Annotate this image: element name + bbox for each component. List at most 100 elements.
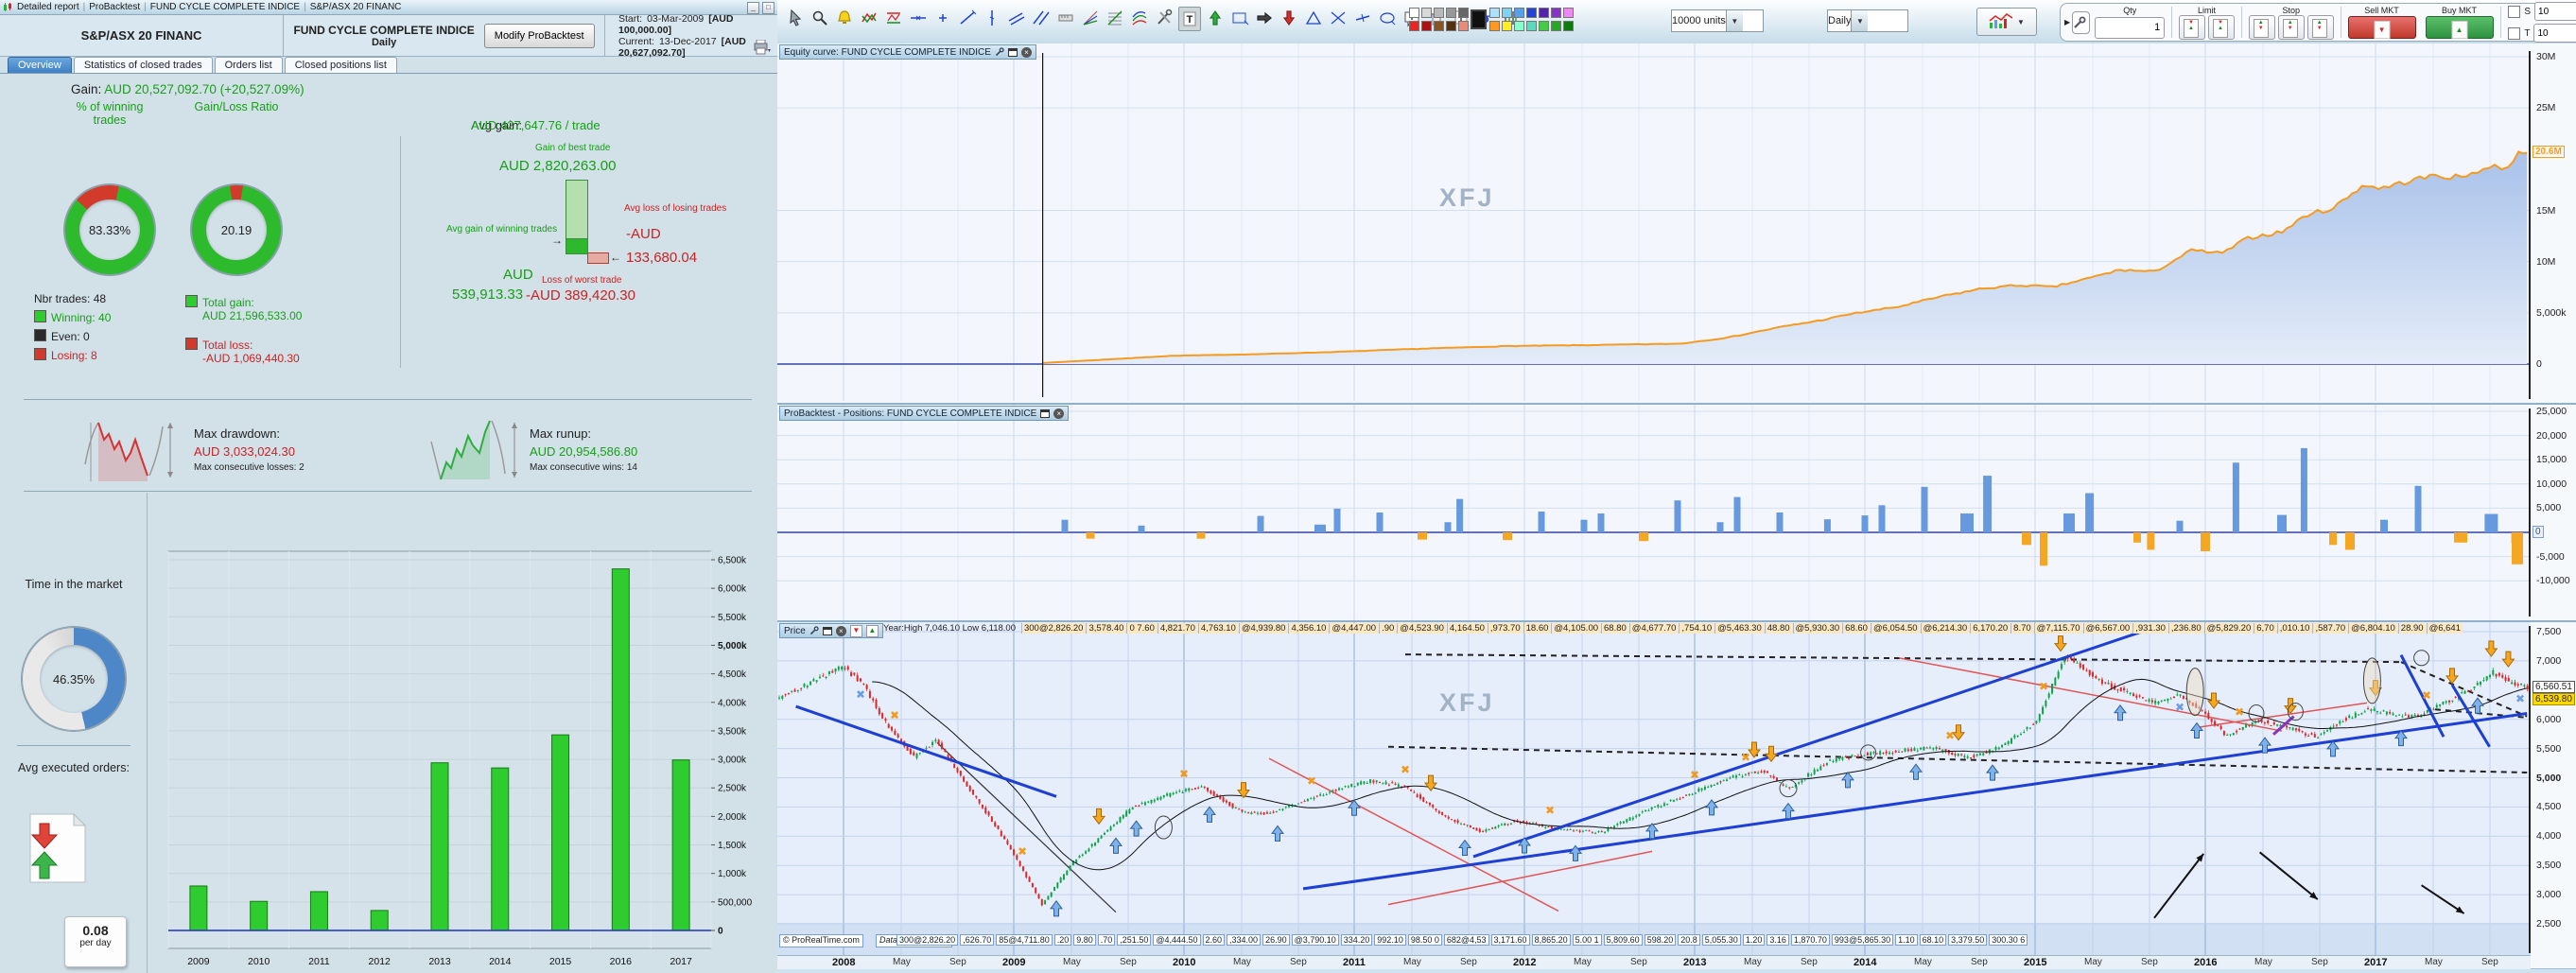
wrench-icon[interactable] bbox=[995, 47, 1004, 57]
stop-order-button-2[interactable]: ▲ ▼ bbox=[2277, 15, 2305, 40]
channel-pattern-icon[interactable] bbox=[883, 7, 904, 29]
palette-color[interactable] bbox=[1446, 21, 1456, 31]
palette-color[interactable] bbox=[1539, 21, 1549, 31]
point-icon[interactable] bbox=[932, 7, 953, 29]
palette-color[interactable] bbox=[1502, 8, 1512, 18]
crossed-lines-icon[interactable] bbox=[1328, 7, 1349, 29]
lasso-icon[interactable] bbox=[1377, 7, 1398, 29]
palette-color[interactable] bbox=[1514, 8, 1524, 18]
window-icon[interactable] bbox=[1040, 408, 1051, 418]
stop-order-button-3[interactable]: ▲ ▼ bbox=[2306, 15, 2334, 40]
trade-price-label: 68.10 bbox=[1919, 934, 1947, 946]
gross-bar-2017 bbox=[671, 759, 690, 931]
fan-lines-icon[interactable] bbox=[1080, 7, 1101, 29]
palette-color[interactable] bbox=[1409, 8, 1419, 18]
chart-type-button[interactable]: ▼ bbox=[1976, 8, 2037, 36]
palette-color[interactable] bbox=[1551, 8, 1561, 18]
units-select[interactable]: 10000 units ▼ bbox=[1671, 9, 1764, 32]
drawing-tools-icon[interactable] bbox=[1154, 7, 1175, 29]
palette-color[interactable] bbox=[1502, 21, 1512, 31]
svg-text:2011: 2011 bbox=[308, 956, 330, 967]
equity-watermark: XFJ bbox=[1439, 183, 1495, 212]
palette-color[interactable] bbox=[1458, 8, 1469, 18]
trend-line-icon[interactable] bbox=[957, 7, 978, 29]
close-icon[interactable]: × bbox=[1053, 408, 1065, 419]
pattern-detection-icon[interactable] bbox=[859, 7, 879, 29]
palette-color[interactable] bbox=[1409, 21, 1419, 31]
right-arrow-icon[interactable] bbox=[1254, 7, 1275, 29]
sell-group: Sell MKT ▼ bbox=[2343, 5, 2421, 40]
fibonacci-icon[interactable] bbox=[1105, 7, 1125, 29]
t-checkbox[interactable] bbox=[2508, 26, 2521, 40]
palette-selected-color[interactable] bbox=[1471, 9, 1487, 29]
palette-color[interactable] bbox=[1421, 8, 1432, 18]
segment-cross-icon[interactable] bbox=[1352, 7, 1373, 29]
modify-probacktest-button[interactable]: Modify ProBacktest bbox=[483, 23, 595, 48]
price-chart[interactable]: ✖ ✖ ✖ ✖ ✖ ✖ ✖ ✖ ✖ ✖ ✖ ✖ ✖ ✖ ✖ bbox=[777, 622, 2531, 955]
window-icon[interactable] bbox=[1007, 47, 1018, 57]
palette-color[interactable] bbox=[1539, 8, 1549, 18]
limit-order-button-2[interactable]: ▼ ▲ bbox=[2208, 15, 2235, 40]
alarm-icon[interactable] bbox=[834, 7, 855, 29]
ruler-icon[interactable] bbox=[1055, 7, 1076, 29]
drawdown-sub: Max consecutive losses: 2 bbox=[194, 462, 305, 473]
palette-color[interactable] bbox=[1489, 21, 1500, 31]
positions-chart[interactable] bbox=[777, 405, 2531, 620]
arcs-icon[interactable] bbox=[1129, 7, 1150, 29]
channel-icon[interactable] bbox=[1031, 7, 1052, 29]
runup-sub: Max consecutive wins: 14 bbox=[530, 462, 637, 473]
palette-color[interactable] bbox=[1458, 21, 1469, 31]
positions-panel-tab[interactable]: ProBacktest - Positions: FUND CYCLE COMP… bbox=[779, 406, 1070, 421]
palette-color[interactable] bbox=[1551, 21, 1561, 31]
collapse-arrow-icon[interactable]: ▶ bbox=[2064, 18, 2070, 26]
print-icon[interactable] bbox=[753, 40, 772, 55]
vertical-line-icon[interactable] bbox=[982, 7, 1002, 29]
zoom-icon[interactable] bbox=[809, 7, 830, 29]
up-arrow-icon[interactable] bbox=[1205, 7, 1226, 29]
text-tool-icon[interactable]: T bbox=[1178, 7, 1201, 31]
price-panel-tab[interactable]: Price × ▼ ▲ bbox=[779, 623, 883, 638]
tab-closed-positions-list[interactable]: Closed positions list bbox=[284, 57, 397, 73]
palette-color[interactable] bbox=[1421, 21, 1432, 31]
zone-icon[interactable] bbox=[1229, 7, 1250, 29]
buy-mkt-button[interactable]: ▲ bbox=[2425, 16, 2494, 39]
triangle-icon[interactable] bbox=[1303, 7, 1324, 29]
sell-mkt-button[interactable]: ▼ bbox=[2347, 16, 2416, 39]
palette-color[interactable] bbox=[1514, 21, 1524, 31]
sell-marker-icon[interactable]: ▼ bbox=[849, 624, 862, 637]
tab-overview[interactable]: Overview bbox=[8, 57, 72, 73]
palette-color[interactable] bbox=[1489, 8, 1500, 18]
window-icon[interactable] bbox=[822, 626, 832, 635]
equity-panel-tab[interactable]: Equity curve: FUND CYCLE COMPLETE INDICE… bbox=[779, 44, 1036, 60]
buy-marker-icon[interactable]: ▲ bbox=[865, 624, 879, 637]
qty-input[interactable] bbox=[2095, 16, 2166, 39]
palette-color[interactable] bbox=[1434, 21, 1444, 31]
t-input[interactable] bbox=[2533, 24, 2576, 43]
svg-text:2013: 2013 bbox=[428, 956, 451, 967]
pointer-icon[interactable] bbox=[785, 7, 806, 29]
down-arrow-icon[interactable] bbox=[1279, 7, 1299, 29]
palette-color[interactable] bbox=[1446, 8, 1456, 18]
order-settings-button[interactable] bbox=[2072, 10, 2091, 34]
equity-chart[interactable] bbox=[777, 43, 2531, 401]
tab-orders-list[interactable]: Orders list bbox=[214, 57, 283, 73]
position-bar bbox=[1878, 505, 1886, 532]
stop-group: Stop ▲ ▼ ▲ ▼ ▲ ▼ bbox=[2244, 5, 2339, 40]
horizontal-line-icon[interactable] bbox=[908, 7, 929, 29]
palette-color[interactable] bbox=[1563, 21, 1574, 31]
close-icon[interactable]: × bbox=[1020, 46, 1032, 58]
palette-color[interactable] bbox=[1526, 21, 1537, 31]
parallel-lines-icon[interactable] bbox=[1006, 7, 1027, 29]
trade-info-label: @4,523.90 bbox=[1397, 623, 1446, 634]
wrench-icon[interactable] bbox=[809, 626, 819, 635]
limit-order-button-1[interactable]: ▼ ▲ bbox=[2179, 15, 2205, 40]
close-icon[interactable]: × bbox=[835, 625, 846, 636]
timeframe-select[interactable]: Daily ▼ bbox=[1827, 9, 1908, 32]
palette-color[interactable] bbox=[1434, 8, 1444, 18]
s-input[interactable] bbox=[2534, 2, 2576, 21]
stop-order-button-1[interactable]: ▲ ▼ bbox=[2248, 15, 2275, 40]
tab-statistics-of-closed-trades[interactable]: Statistics of closed trades bbox=[73, 57, 213, 73]
palette-color[interactable] bbox=[1563, 8, 1574, 18]
s-checkbox[interactable] bbox=[2508, 5, 2521, 18]
palette-color[interactable] bbox=[1526, 8, 1537, 18]
